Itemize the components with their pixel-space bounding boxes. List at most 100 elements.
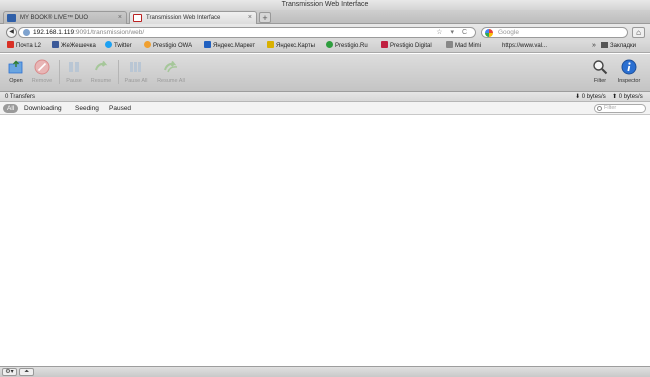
upload-speed-value: 0 bytes/s <box>618 94 643 100</box>
inspector-label: Inspector <box>617 78 641 84</box>
download-speed-value: 0 bytes/s <box>581 94 606 100</box>
bookmarks-more-icon[interactable]: » <box>592 40 596 52</box>
toolbar-divider <box>118 60 119 84</box>
bookmark-star-icon[interactable]: ☆ ▾ C <box>436 28 470 37</box>
resume-all-icon <box>164 60 178 73</box>
bookmark-item[interactable]: https://www.val... <box>502 40 547 52</box>
bookmarks-folder-label: Закладки <box>610 43 636 49</box>
bookmark-label: Twitter <box>114 43 132 49</box>
upload-speed: ⬆ 0 bytes/s <box>612 92 643 102</box>
bookmark-item[interactable]: Prestigio OWA <box>144 40 192 52</box>
url-host: 192.168.1.119 <box>33 29 75 36</box>
google-icon <box>485 29 493 37</box>
remove-icon <box>34 59 50 75</box>
search-placeholder: Google <box>498 29 519 36</box>
tab-my-book-live[interactable]: MY BOOK® LIVE™ DUO × <box>3 11 127 24</box>
bookmark-label: Mad Mimi <box>455 43 482 49</box>
bookmark-label: Prestigio.Ru <box>335 43 368 49</box>
close-icon[interactable]: × <box>118 12 122 24</box>
tab-label: Transmission Web Interface <box>146 15 221 21</box>
filter-tab-seeding[interactable]: Seeding <box>75 102 99 115</box>
tab-transmission[interactable]: Transmission Web Interface × <box>129 11 257 24</box>
folder-icon <box>601 42 608 48</box>
torrent-list[interactable] <box>0 115 650 366</box>
turtle-icon[interactable]: ⏶ <box>19 368 34 376</box>
pause-all-button[interactable]: Pause All <box>121 59 151 84</box>
remove-button[interactable]: Remove <box>27 59 57 84</box>
window-title: Transmission Web Interface <box>0 0 650 10</box>
yandex-maps-icon <box>267 41 274 48</box>
search-input[interactable]: Google <box>481 27 628 38</box>
wd-icon <box>7 14 16 22</box>
twitter-icon <box>105 41 112 48</box>
resume-icon <box>95 60 108 71</box>
prestigio-digital-icon <box>381 41 388 48</box>
url-path: :9091/transmission/web/ <box>74 29 145 36</box>
resume-button[interactable]: Resume <box>86 59 116 84</box>
tab-label: MY BOOK® LIVE™ DUO <box>20 15 88 21</box>
transfer-count: 0 Transfers <box>5 94 36 100</box>
close-icon[interactable]: × <box>248 12 252 24</box>
filter-tab-paused[interactable]: Paused <box>109 102 131 115</box>
bookmark-item[interactable]: Prestigio Digital <box>381 40 432 52</box>
filter-placeholder: Filter <box>604 105 617 111</box>
transmission-icon <box>133 14 142 22</box>
back-arrow-icon[interactable]: ◀ <box>6 27 17 38</box>
tab-strip: MY BOOK® LIVE™ DUO × Transmission Web In… <box>0 10 650 24</box>
download-speed: ⬇ 0 bytes/s <box>575 92 606 102</box>
filter-tab-all[interactable]: All <box>3 104 19 113</box>
info-icon <box>621 59 637 75</box>
new-tab-button[interactable]: + <box>259 12 271 23</box>
bookmark-item[interactable]: Twitter <box>105 40 132 52</box>
bookmark-label: Prestigio Digital <box>390 43 432 49</box>
magnifier-icon <box>593 60 608 75</box>
remove-label: Remove <box>31 78 53 84</box>
open-folder-icon <box>8 60 23 74</box>
bookmark-label: https://www.val... <box>502 43 548 49</box>
pause-all-label: Pause All <box>124 78 148 84</box>
resume-label: Resume <box>90 78 112 84</box>
search-icon <box>597 106 602 111</box>
app-toolbar: Open Remove Pause Resume Pause All Resum… <box>0 54 650 92</box>
madmimi-icon <box>446 41 453 48</box>
filter-button[interactable]: Filter <box>585 59 615 84</box>
bookmarks-bar: Почта L2 ЖеЖешечка Twitter Prestigio OWA… <box>0 40 650 53</box>
filter-label: Filter <box>593 78 607 84</box>
yandex-market-icon <box>204 41 211 48</box>
bookmark-label: Яндекс.Маркет <box>213 43 256 49</box>
owa-icon <box>144 41 151 48</box>
home-icon[interactable]: ⌂ <box>632 27 645 38</box>
filter-search-input[interactable]: Filter <box>594 104 646 113</box>
pause-all-icon <box>130 62 141 72</box>
gmail-icon <box>7 41 14 48</box>
bottom-bar: ⚙▾ ⏶ <box>0 366 650 377</box>
bookmark-label: Prestigio OWA <box>153 43 193 49</box>
open-label: Open <box>9 78 23 84</box>
download-arrow-icon: ⬇ <box>575 94 582 100</box>
status-bar: 0 Transfers ⬇ 0 bytes/s ⬆ 0 bytes/s <box>0 92 650 102</box>
bookmark-label: Почта L2 <box>16 43 42 49</box>
resume-all-button[interactable]: Resume All <box>156 59 186 84</box>
bookmark-item[interactable]: Mad Mimi <box>446 40 481 52</box>
bookmark-label: ЖеЖешечка <box>61 43 96 49</box>
resume-all-label: Resume All <box>157 78 185 84</box>
bookmark-label: Яндекс.Карты <box>276 43 315 49</box>
bookmarks-folder[interactable]: Закладки <box>601 40 636 52</box>
pause-label: Pause <box>66 78 82 84</box>
filter-tab-downloading[interactable]: Downloading <box>24 102 62 115</box>
inspector-button[interactable]: Inspector <box>614 59 644 84</box>
pause-button[interactable]: Pause <box>59 59 89 84</box>
bookmark-item[interactable]: Яндекс.Маркет <box>204 40 255 52</box>
navigation-bar: ◀ 192.168.1.119:9091/transmission/web/ ☆… <box>0 24 650 40</box>
gear-icon[interactable]: ⚙▾ <box>2 368 17 376</box>
filter-bar: All Downloading Seeding Paused Filter <box>0 102 650 115</box>
bookmark-item[interactable]: ЖеЖешечка <box>52 40 96 52</box>
address-bar[interactable]: 192.168.1.119:9091/transmission/web/ ☆ ▾… <box>18 27 476 38</box>
livejournal-icon <box>52 41 59 48</box>
prestigio-icon <box>326 41 333 48</box>
bookmark-item[interactable]: Яндекс.Карты <box>267 40 315 52</box>
upload-arrow-icon: ⬆ <box>612 94 619 100</box>
bookmark-item[interactable]: Почта L2 <box>7 40 41 52</box>
pause-icon <box>69 62 79 72</box>
bookmark-item[interactable]: Prestigio.Ru <box>326 40 368 52</box>
